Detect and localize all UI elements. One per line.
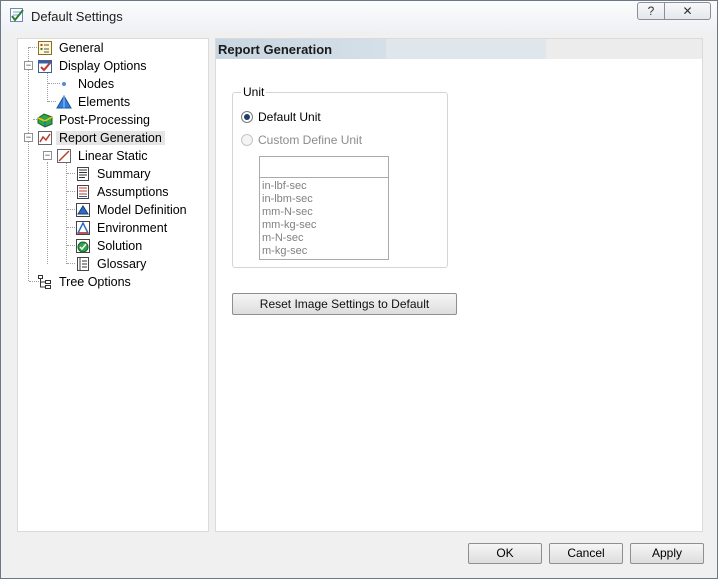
close-button[interactable]: ✕ [665, 2, 711, 20]
tree-item-label: Linear Static [78, 149, 148, 163]
environment-icon [76, 221, 90, 235]
solution-icon [76, 239, 90, 253]
ok-button[interactable]: OK [468, 543, 542, 564]
tree-connector [66, 162, 67, 264]
tree-item-nodes[interactable]: Nodes [56, 75, 117, 93]
unit-option[interactable]: in-lbm-sec [262, 193, 386, 206]
reset-image-settings-button[interactable]: Reset Image Settings to Default [232, 293, 457, 315]
tree-options-icon [38, 275, 51, 289]
tree-item-label: Tree Options [59, 275, 131, 289]
unit-option[interactable]: in-lbf-sec [262, 180, 386, 193]
tree-item-report-generation[interactable]: Report Generation [37, 129, 165, 147]
tree-item-label: Solution [97, 239, 143, 253]
tree-connector [28, 47, 29, 281]
section-header-bar: Report Generation [216, 39, 702, 59]
linear-static-icon [57, 149, 71, 163]
tree-item-label: Nodes [78, 77, 115, 91]
tree-item-label: Post-Processing [59, 113, 151, 127]
tree-item-environment[interactable]: Environment [75, 219, 170, 237]
unit-group: Unit Default Unit Custom Define Unit in-… [232, 85, 448, 268]
display-options-icon [38, 60, 52, 73]
default-unit-radio[interactable] [241, 111, 253, 123]
glossary-icon [77, 257, 89, 271]
model-definition-icon [76, 203, 90, 217]
custom-define-unit-radio [241, 134, 253, 146]
tree-connector [47, 72, 48, 102]
tree-item-label: Elements [78, 95, 131, 109]
tree-item-label: General [59, 41, 104, 55]
default-unit-option[interactable]: Default Unit [241, 110, 321, 124]
tree-item-tree-options[interactable]: Tree Options [37, 273, 134, 291]
tree-connector [47, 162, 48, 264]
tree-item-label: Environment [97, 221, 168, 235]
assumptions-icon [77, 185, 89, 199]
tree-item-linear-static[interactable]: Linear Static [56, 147, 150, 165]
tree-item-label: Assumptions [97, 185, 169, 199]
custom-define-unit-label: Custom Define Unit [258, 133, 363, 147]
nodes-icon [62, 82, 66, 86]
tree-item-label: Report Generation [56, 131, 165, 145]
help-button[interactable]: ? [637, 2, 665, 20]
window-title: Default Settings [31, 9, 123, 24]
settings-content-panel: Report Generation Unit Default Unit Cust… [215, 38, 703, 532]
tree-item-summary[interactable]: Summary [75, 165, 153, 183]
summary-icon [77, 167, 89, 181]
app-checklist-icon [10, 8, 24, 22]
tree-item-label: Model Definition [97, 203, 187, 217]
linear-static-collapse-toggle[interactable]: − [43, 151, 52, 160]
tree-item-general[interactable]: General [37, 39, 106, 57]
apply-button[interactable]: Apply [630, 543, 704, 564]
unit-option[interactable]: mm-N-sec [262, 206, 386, 219]
unit-group-legend: Unit [241, 85, 267, 99]
report-generation-icon [38, 131, 52, 145]
post-processing-icon [37, 113, 53, 128]
tree-item-assumptions[interactable]: Assumptions [75, 183, 172, 201]
tree-item-display-options[interactable]: Display Options [37, 57, 150, 75]
general-icon [38, 41, 52, 55]
tree-item-glossary[interactable]: Glossary [75, 255, 149, 273]
tree-item-post-processing[interactable]: Post-Processing [37, 111, 153, 129]
unit-option[interactable]: m-N-sec [262, 232, 386, 245]
tree-item-elements[interactable]: Elements [56, 93, 133, 111]
cancel-button[interactable]: Cancel [549, 543, 623, 564]
tree-item-solution[interactable]: Solution [75, 237, 145, 255]
unit-option[interactable]: m-kg-sec [262, 245, 386, 258]
tree-item-label: Glossary [97, 257, 147, 271]
elements-icon [56, 95, 72, 109]
title-bar: Default Settings ? ✕ [1, 1, 717, 31]
settings-tree: − − − General Display Options Nodes Elem… [17, 38, 209, 532]
display-options-collapse-toggle[interactable]: − [24, 61, 33, 70]
tree-item-label: Display Options [59, 59, 147, 73]
custom-define-unit-option: Custom Define Unit [241, 133, 362, 147]
default-unit-label: Default Unit [258, 110, 321, 124]
custom-unit-combobox-input[interactable] [259, 156, 389, 178]
tree-item-label: Summary [97, 167, 151, 181]
default-settings-dialog: Default Settings ? ✕ − − − General Displ… [0, 0, 718, 579]
custom-unit-list[interactable]: in-lbf-sec in-lbm-sec mm-N-sec mm-kg-sec… [259, 178, 389, 260]
tree-item-model-definition[interactable]: Model Definition [75, 201, 190, 219]
report-generation-collapse-toggle[interactable]: − [24, 133, 33, 142]
section-title: Report Generation [218, 42, 333, 57]
unit-option[interactable]: mm-kg-sec [262, 219, 386, 232]
